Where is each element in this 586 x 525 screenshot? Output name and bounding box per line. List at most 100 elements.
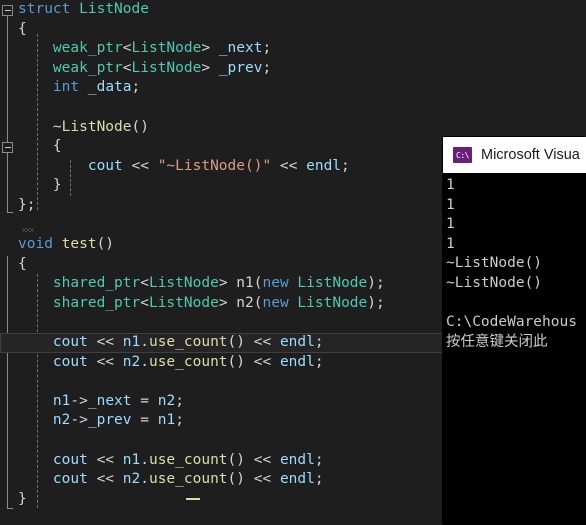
console-window[interactable]: C:\ Microsoft Visua 1 1 1 1 ~ListNode() ~List… bbox=[443, 137, 586, 525]
code-token: _data bbox=[87, 79, 132, 96]
code-token: < bbox=[122, 59, 132, 76]
code-token: ; bbox=[314, 353, 324, 370]
code-token: endl bbox=[279, 451, 315, 468]
code-token: ); bbox=[367, 275, 385, 292]
code-line[interactable]: ~ListNode() bbox=[0, 118, 443, 138]
code-token: = bbox=[131, 412, 158, 429]
command-prompt-icon: C:\ bbox=[453, 147, 472, 163]
code-token: n1 bbox=[52, 392, 71, 409]
code-token: . bbox=[140, 353, 149, 370]
code-token: test bbox=[61, 236, 97, 253]
code-line[interactable]: n1->_next = n2; bbox=[0, 392, 443, 412]
console-title-bar[interactable]: C:\ Microsoft Visua bbox=[443, 137, 586, 173]
code-token: << bbox=[87, 471, 123, 488]
code-line[interactable] bbox=[0, 314, 443, 334]
code-line[interactable]: struct ListNode bbox=[0, 0, 443, 20]
code-token: () bbox=[227, 353, 246, 370]
console-title-text: Microsoft Visua bbox=[481, 147, 580, 163]
code-token: new bbox=[262, 294, 289, 311]
code-token: shared_ptr bbox=[52, 275, 141, 292]
code-line[interactable]: void test() bbox=[0, 235, 443, 255]
code-line[interactable]: { bbox=[0, 137, 443, 157]
code-line[interactable]: cout << n2.use_count() << endl; bbox=[0, 353, 443, 373]
console-line: 1 bbox=[446, 235, 455, 252]
code-token: < bbox=[140, 275, 149, 292]
code-line[interactable]: cout << n1.use_count() << endl; bbox=[0, 451, 443, 471]
code-token: < bbox=[122, 40, 132, 57]
code-line[interactable]: } bbox=[0, 490, 443, 510]
code-line[interactable]: { bbox=[0, 20, 443, 40]
code-token: ; bbox=[262, 40, 272, 57]
code-line[interactable]: cout << n1.use_count() << endl; bbox=[0, 333, 443, 353]
console-line: C:\CodeWarehous bbox=[446, 314, 577, 331]
code-token: } bbox=[52, 177, 62, 194]
console-line: 1 bbox=[446, 177, 455, 193]
code-line[interactable] bbox=[0, 216, 443, 236]
code-token: . bbox=[140, 471, 149, 488]
code-token: n2 bbox=[122, 353, 141, 370]
code-token: ListNode bbox=[297, 294, 368, 311]
code-token: weak_ptr bbox=[52, 59, 123, 76]
code-token: ListNode bbox=[148, 275, 219, 292]
code-line[interactable]: } bbox=[0, 176, 443, 196]
code-token: ; bbox=[175, 412, 184, 429]
code-line[interactable] bbox=[0, 431, 443, 451]
code-editor[interactable]: struct ListNode{ weak_ptr<ListNode> _nex… bbox=[0, 0, 443, 525]
code-token: endl bbox=[279, 334, 315, 351]
code-token: () bbox=[227, 451, 246, 468]
code-token: ListNode bbox=[297, 275, 368, 292]
code-line[interactable]: int _data; bbox=[0, 78, 443, 98]
code-token: weak_ptr bbox=[52, 40, 123, 57]
console-line: ~ListNode() bbox=[446, 274, 543, 291]
code-token: << bbox=[245, 471, 280, 488]
code-line[interactable]: { bbox=[0, 255, 443, 275]
code-line[interactable] bbox=[0, 372, 443, 392]
code-token: use_count bbox=[148, 353, 228, 370]
code-token: endl bbox=[306, 157, 342, 174]
code-token: n2 bbox=[122, 471, 141, 488]
code-token: << bbox=[245, 451, 280, 468]
code-token: int bbox=[52, 79, 80, 96]
code-token: endl bbox=[279, 353, 315, 370]
code-token: cout bbox=[52, 471, 88, 488]
code-token: n2 bbox=[52, 412, 71, 429]
code-token: > bbox=[218, 275, 237, 292]
code-token: _next bbox=[87, 392, 132, 409]
code-line[interactable]: weak_ptr<ListNode> _next; bbox=[0, 39, 443, 59]
code-token: new bbox=[262, 275, 289, 292]
code-token: << bbox=[245, 353, 280, 370]
editor-text-surface[interactable]: struct ListNode{ weak_ptr<ListNode> _nex… bbox=[0, 0, 443, 525]
code-token: n1 bbox=[122, 334, 141, 351]
code-token: { bbox=[18, 255, 27, 272]
code-line[interactable]: n2->_prev = n1; bbox=[0, 411, 443, 431]
code-token: n1 bbox=[122, 451, 141, 468]
code-line-list[interactable]: struct ListNode{ weak_ptr<ListNode> _nex… bbox=[0, 0, 443, 509]
code-token: > bbox=[218, 294, 237, 311]
code-line[interactable]: }; bbox=[0, 196, 443, 216]
code-line[interactable]: shared_ptr<ListNode> n1(new ListNode); bbox=[0, 274, 443, 294]
code-token: () bbox=[131, 118, 149, 135]
code-token: use_count bbox=[148, 451, 228, 468]
code-line[interactable] bbox=[0, 98, 443, 118]
code-token: -> bbox=[70, 392, 88, 409]
code-line[interactable]: weak_ptr<ListNode> _prev; bbox=[0, 59, 443, 79]
code-token: () bbox=[227, 334, 246, 351]
code-token: > bbox=[201, 59, 219, 76]
code-token: cout bbox=[87, 157, 123, 174]
code-token: _prev bbox=[87, 412, 132, 429]
code-line[interactable]: cout << "~ListNode()" << endl; bbox=[0, 157, 443, 177]
code-token: ); bbox=[367, 294, 385, 311]
code-line[interactable]: cout << n2.use_count() << endl; bbox=[0, 470, 443, 490]
code-token: << bbox=[245, 334, 280, 351]
console-output: 1 1 1 1 ~ListNode() ~ListNode() C:\CodeWarehou… bbox=[443, 173, 586, 352]
code-token: ListNode bbox=[131, 59, 202, 76]
code-token: } bbox=[18, 490, 27, 507]
code-token: ; bbox=[131, 79, 141, 96]
code-token: << bbox=[122, 157, 158, 174]
code-line[interactable]: shared_ptr<ListNode> n2(new ListNode); bbox=[0, 294, 443, 314]
edit-marker bbox=[186, 498, 200, 500]
